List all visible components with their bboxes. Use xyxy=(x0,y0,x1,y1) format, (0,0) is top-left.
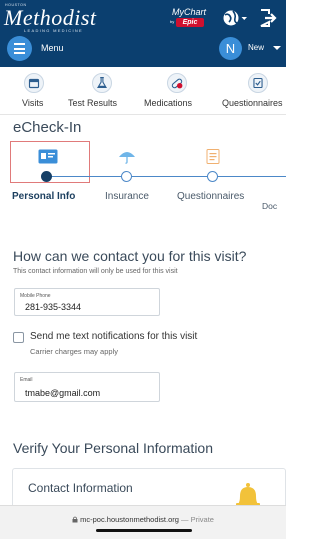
page-title: eCheck-In xyxy=(13,119,82,136)
url-display[interactable]: mc-poc.houstonmethodist.org — Private xyxy=(0,515,286,524)
stepper-track xyxy=(46,176,286,177)
email-label: Email xyxy=(20,377,33,383)
mobile-phone-value[interactable]: 281-935-3344 xyxy=(25,302,81,312)
menu-button[interactable] xyxy=(7,36,32,61)
umbrella-icon xyxy=(119,152,135,164)
hamburger-bar xyxy=(14,52,25,54)
step-documents-partial[interactable]: Doc xyxy=(262,201,277,211)
tab-test-results-label: Test Results xyxy=(68,98,118,108)
step-personal-info[interactable]: Personal Info xyxy=(12,191,75,202)
clipboard-icon xyxy=(206,149,220,164)
logo-tagline: LEADING MEDICINE xyxy=(24,28,84,33)
url-text: mc-poc.houstonmethodist.org xyxy=(80,515,179,524)
mychart-epic-logo: MyChart by Epic xyxy=(170,7,206,27)
sms-notifications-label[interactable]: Send me text notifications for this visi… xyxy=(30,331,197,342)
globe-icon xyxy=(223,10,247,26)
email-value[interactable]: tmabe@gmail.com xyxy=(25,388,100,398)
step-dot-insurance[interactable] xyxy=(121,171,132,182)
tab-medications-label: Medications xyxy=(144,98,193,108)
id-card-icon xyxy=(38,149,58,164)
mychart-by: by xyxy=(170,19,175,24)
lock-icon xyxy=(72,516,78,523)
private-mode-label: — Private xyxy=(181,515,214,524)
user-avatar[interactable]: N xyxy=(219,37,242,60)
step-dot-questionnaires[interactable] xyxy=(207,171,218,182)
tab-test-results[interactable]: Test Results xyxy=(68,67,140,114)
pill-icon xyxy=(167,73,187,93)
email-field[interactable]: Email tmabe@gmail.com xyxy=(14,372,160,402)
contact-note: This contact information will only be us… xyxy=(13,268,178,275)
tab-questionnaires-label: Questionnaires xyxy=(222,98,283,108)
tab-visits[interactable]: Visits xyxy=(0,67,68,114)
tab-questionnaires[interactable]: Questionnaires xyxy=(212,67,286,114)
new-label[interactable]: New xyxy=(248,43,264,52)
checklist-icon xyxy=(248,73,268,93)
language-globe-button[interactable] xyxy=(222,8,248,28)
flask-icon xyxy=(92,73,112,93)
logout-button[interactable] xyxy=(258,8,280,28)
logout-icon xyxy=(260,9,277,27)
mychart-wordmark: MyChart xyxy=(171,7,206,17)
step-questionnaires[interactable]: Questionnaires xyxy=(177,191,244,202)
menu-label[interactable]: Menu xyxy=(41,43,64,53)
step-dot-personal-info[interactable] xyxy=(41,171,52,182)
contact-information-title: Contact Information xyxy=(28,481,133,495)
tab-visits-label: Visits xyxy=(22,98,44,108)
hamburger-icon xyxy=(14,43,25,45)
verify-heading: Verify Your Personal Information xyxy=(13,440,214,456)
sms-notifications-checkbox[interactable] xyxy=(13,332,24,343)
step-insurance[interactable]: Insurance xyxy=(105,191,149,202)
tab-medications[interactable]: Medications xyxy=(140,67,212,114)
mobile-phone-label: Mobile Phone xyxy=(20,293,51,299)
quick-nav-tabs: Visits Test Results Medications Question… xyxy=(0,67,286,115)
calendar-icon xyxy=(24,73,44,93)
browser-address-bar[interactable]: mc-poc.houstonmethodist.org — Private xyxy=(0,505,286,539)
app-header: HOUSTON Methodist LEADING MEDICINE MyCha… xyxy=(0,0,286,67)
contact-heading: How can we contact you for this visit? xyxy=(13,248,247,264)
hamburger-bar xyxy=(14,47,25,50)
chevron-down-icon[interactable] xyxy=(273,46,281,50)
epic-badge: Epic xyxy=(176,18,204,27)
home-indicator[interactable] xyxy=(96,529,192,532)
mobile-phone-field[interactable]: Mobile Phone 281-935-3344 xyxy=(14,288,160,316)
carrier-charges-note: Carrier charges may apply xyxy=(30,347,118,356)
